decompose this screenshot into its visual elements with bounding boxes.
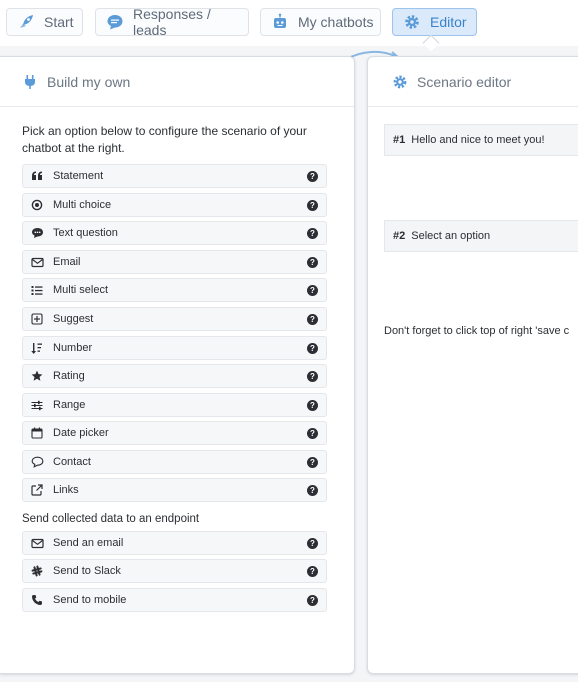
option-rating[interactable]: Rating ? [22, 364, 327, 388]
option-label: Multi choice [53, 199, 112, 211]
option-label: Statement [53, 170, 104, 182]
save-reminder-text: Don't forget to click top of right 'save… [384, 325, 570, 337]
option-label: Number [53, 342, 93, 354]
slack-icon [30, 564, 44, 578]
option-label: Date picker [53, 427, 109, 439]
calendar-icon [30, 426, 44, 440]
gear-icon [392, 74, 408, 90]
endpoint-send-slack[interactable]: Send to Slack ? [22, 559, 327, 583]
tab-responses[interactable]: Responses / leads [95, 6, 249, 38]
step-number: #2 [393, 230, 406, 242]
envelope-icon [30, 255, 44, 269]
scenario-editor-header: Scenario editor [368, 57, 578, 107]
help-icon[interactable]: ? [307, 343, 318, 354]
list-icon [30, 283, 44, 297]
help-icon[interactable]: ? [307, 200, 318, 211]
gear-icon [403, 13, 421, 31]
sort-numeric-icon [30, 341, 44, 355]
tab-start-label: Start [44, 14, 74, 30]
tab-start[interactable]: Start [6, 8, 83, 36]
speech-bubble-icon [30, 226, 44, 240]
endpoint-send-email[interactable]: Send an email ? [22, 531, 327, 555]
radio-dot-icon [30, 198, 44, 212]
endpoint-label: Send to mobile [53, 594, 127, 606]
help-icon[interactable]: ? [307, 257, 318, 268]
option-email[interactable]: Email ? [22, 250, 327, 274]
option-label: Suggest [53, 313, 94, 325]
option-suggest[interactable]: Suggest ? [22, 307, 327, 331]
endpoint-section-label: Send collected data to an endpoint [22, 513, 200, 525]
star-icon [30, 369, 44, 383]
step-text: Select an option [411, 230, 491, 242]
panel-title: Build my own [47, 73, 131, 90]
envelope-icon [30, 536, 44, 550]
option-text-question[interactable]: Text question ? [22, 221, 327, 245]
sliders-icon [30, 398, 44, 412]
help-icon[interactable]: ? [307, 428, 318, 439]
option-label: Multi select [53, 284, 109, 296]
phone-icon [30, 593, 44, 607]
endpoint-label: Send an email [53, 537, 124, 549]
build-my-own-header: Build my own [0, 57, 354, 107]
rocket-icon [17, 13, 35, 31]
help-icon[interactable]: ? [307, 400, 318, 411]
tab-my-chatbots-label: My chatbots [298, 14, 374, 30]
tab-responses-label: Responses / leads [133, 6, 211, 38]
help-icon[interactable]: ? [307, 171, 318, 182]
option-label: Contact [53, 456, 91, 468]
option-number[interactable]: Number ? [22, 336, 327, 360]
help-icon[interactable]: ? [307, 457, 318, 468]
option-contact[interactable]: Contact ? [22, 450, 327, 474]
chat-bubble-icon [106, 13, 124, 31]
robot-icon [271, 13, 289, 31]
help-icon[interactable]: ? [307, 485, 318, 496]
option-label: Links [53, 484, 79, 496]
option-label: Range [53, 399, 86, 411]
step-text: Hello and nice to meet you! [411, 134, 545, 146]
option-date-picker[interactable]: Date picker ? [22, 421, 327, 445]
help-icon[interactable]: ? [307, 566, 318, 577]
help-icon[interactable]: ? [307, 314, 318, 325]
help-icon[interactable]: ? [307, 595, 318, 606]
option-multi-choice[interactable]: Multi choice ? [22, 193, 327, 217]
tab-editor-label: Editor [430, 14, 467, 30]
endpoint-send-mobile[interactable]: Send to mobile ? [22, 588, 327, 612]
option-label: Text question [53, 227, 118, 239]
option-links[interactable]: Links ? [22, 478, 327, 502]
help-icon[interactable]: ? [307, 228, 318, 239]
help-icon[interactable]: ? [307, 285, 318, 296]
endpoint-label: Send to Slack [53, 565, 121, 577]
option-statement[interactable]: Statement ? [22, 164, 327, 188]
build-my-own-panel: Build my own Pick an option below to con… [0, 56, 355, 674]
scenario-step[interactable]: #2 Select an option [384, 220, 578, 252]
quote-icon [30, 169, 44, 183]
tab-my-chatbots[interactable]: My chatbots [260, 8, 381, 36]
help-icon[interactable]: ? [307, 371, 318, 382]
plus-square-icon [30, 312, 44, 326]
step-number: #1 [393, 134, 406, 146]
option-range[interactable]: Range ? [22, 393, 327, 417]
option-label: Rating [53, 370, 85, 382]
option-label: Email [53, 256, 81, 268]
scenario-editor-panel: Scenario editor #1 Hello and nice to mee… [367, 56, 578, 674]
tab-editor[interactable]: Editor [392, 8, 477, 36]
help-icon[interactable]: ? [307, 538, 318, 549]
scenario-step[interactable]: #1 Hello and nice to meet you! [384, 124, 578, 156]
external-link-icon [30, 483, 44, 497]
top-navigation: Start Responses / leads My chatbots Edit… [0, 0, 578, 46]
comment-outline-icon [30, 455, 44, 469]
plug-icon [22, 74, 38, 90]
option-multi-select[interactable]: Multi select ? [22, 278, 327, 302]
panel-title: Scenario editor [417, 73, 512, 90]
intro-text: Pick an option below to configure the sc… [22, 124, 307, 155]
